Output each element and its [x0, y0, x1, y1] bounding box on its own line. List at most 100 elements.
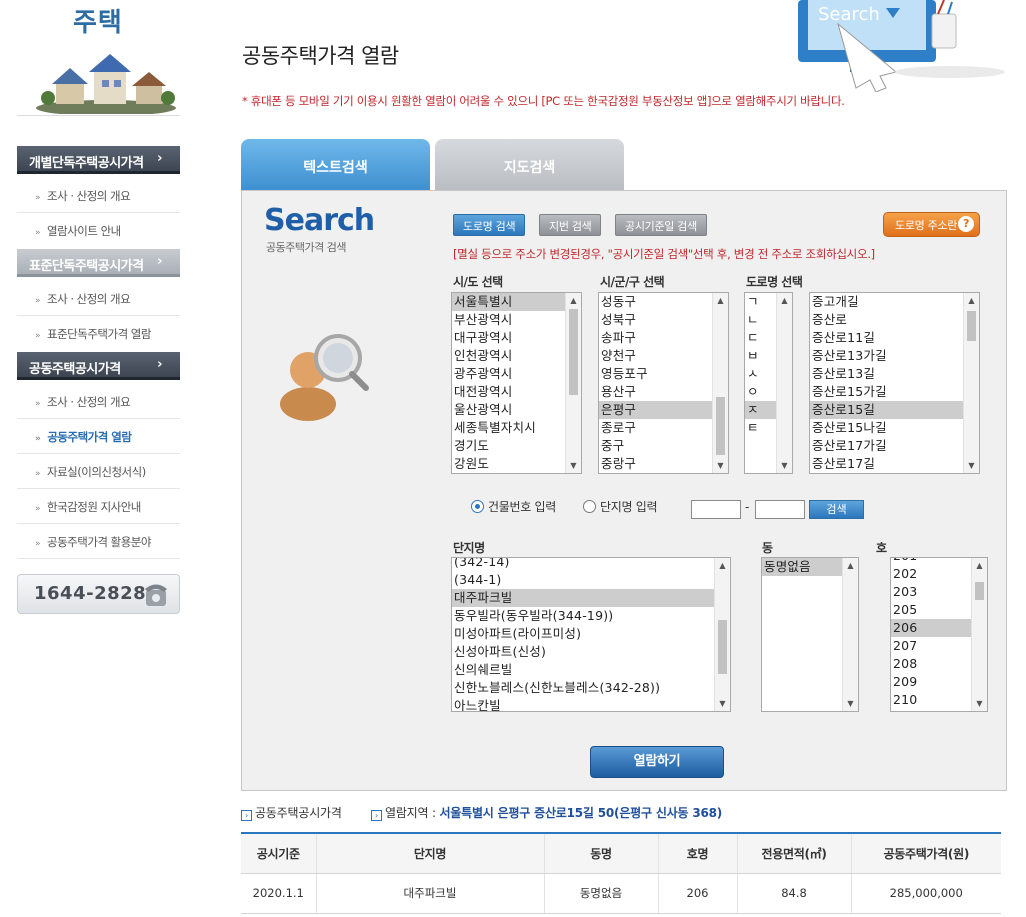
- list-option[interactable]: 증고개길: [810, 293, 979, 311]
- dong-scrollbar[interactable]: ▲ ▼: [842, 558, 858, 711]
- list-option[interactable]: 울산광역시: [452, 401, 581, 419]
- radio-unchecked-icon[interactable]: [583, 500, 596, 513]
- list-option[interactable]: 성동구: [599, 293, 728, 311]
- menu-item-apartment-view[interactable]: » 공동주택가격 열람: [17, 419, 180, 454]
- menu-item-standard-view[interactable]: » 표준단독주택가격 열람: [17, 316, 180, 351]
- building-sub-number-input[interactable]: [755, 500, 805, 519]
- list-option[interactable]: 강원도: [452, 455, 581, 473]
- scroll-down-icon[interactable]: ▼: [964, 458, 979, 473]
- list-option[interactable]: 증산로13가길: [810, 347, 979, 365]
- road-name-search-button[interactable]: 도로명 검색: [453, 214, 526, 236]
- building-main-number-input[interactable]: [691, 500, 741, 519]
- list-option[interactable]: 중랑구: [599, 455, 728, 473]
- list-option[interactable]: 중구: [599, 437, 728, 455]
- initials-scrollbar[interactable]: ▲ ▼: [776, 293, 792, 473]
- list-option[interactable]: 증산로15가길: [810, 383, 979, 401]
- scroll-down-icon[interactable]: ▼: [713, 458, 728, 473]
- list-option[interactable]: 증산로: [810, 311, 979, 329]
- list-option[interactable]: 신성아파트(신성): [452, 643, 730, 661]
- scroll-up-icon[interactable]: ▲: [843, 558, 858, 573]
- sigungu-scrollbar[interactable]: ▲ ▼: [712, 293, 728, 473]
- list-option[interactable]: 증산로17가길: [810, 437, 979, 455]
- scroll-up-icon[interactable]: ▲: [777, 293, 792, 308]
- menu-item-apartment-branches[interactable]: » 한국감정원 지사안내: [17, 489, 180, 524]
- scroll-up-icon[interactable]: ▲: [566, 293, 581, 308]
- scroll-down-icon[interactable]: ▼: [715, 696, 730, 711]
- complex-select[interactable]: (342-14) (344-1) 대주파크빌 동우빌라(동우빌라(344-19)) 미성…: [451, 557, 731, 712]
- road-scrollbar[interactable]: ▲ ▼: [963, 293, 979, 473]
- menu-item-standard-overview[interactable]: » 조사 · 산정의 개요: [17, 281, 180, 316]
- ho-select[interactable]: 201202203205206207208209210301 ▲▼: [890, 557, 988, 712]
- list-option[interactable]: 아느칸빌: [452, 697, 730, 711]
- dong-select[interactable]: 동명없음 ▲ ▼: [761, 557, 859, 712]
- scroll-thumb[interactable]: [716, 397, 725, 455]
- scroll-down-icon[interactable]: ▼: [566, 458, 581, 473]
- list-option[interactable]: 신의쉐르빌: [452, 661, 730, 679]
- scroll-up-icon[interactable]: ▲: [715, 558, 730, 573]
- list-option[interactable]: 서울특별시: [452, 293, 581, 311]
- building-search-button[interactable]: 검색: [809, 500, 864, 519]
- scroll-thumb[interactable]: [718, 620, 727, 674]
- menu-item-apartment-uses[interactable]: » 공동주택가격 활용분야: [17, 524, 180, 559]
- list-option[interactable]: 은평구: [599, 401, 728, 419]
- list-option[interactable]: 용산구: [599, 383, 728, 401]
- list-option[interactable]: 대주파크빌: [452, 589, 730, 607]
- scroll-up-icon[interactable]: ▲: [964, 293, 979, 308]
- list-option[interactable]: 송파구: [599, 329, 728, 347]
- scroll-thumb[interactable]: [569, 309, 578, 395]
- ho-scrollbar[interactable]: ▲ ▼: [971, 558, 987, 711]
- scroll-down-icon[interactable]: ▼: [777, 458, 792, 473]
- list-option[interactable]: 증산로13길: [810, 365, 979, 383]
- list-option[interactable]: 신한노블레스(신한노블레스(342-28)): [452, 679, 730, 697]
- list-option[interactable]: 증산로15길: [810, 401, 979, 419]
- menu-item-apartment-overview[interactable]: » 조사 · 산정의 개요: [17, 384, 180, 419]
- menu-head-apartment[interactable]: 공동주택공시가격 ›: [17, 352, 180, 380]
- menu-item-individual-sites[interactable]: » 열람사이트 안내: [17, 213, 180, 248]
- list-option[interactable]: 인천광역시: [452, 347, 581, 365]
- sido-select[interactable]: 서울특별시 부산광역시 대구광역시 인천광역시 광주광역시 대전광역시 울산광역시 세종특별자…: [451, 292, 582, 474]
- menu-head-individual[interactable]: 개별단독주택공시가격 ›: [17, 146, 180, 174]
- scroll-up-icon[interactable]: ▲: [972, 558, 987, 573]
- initial-consonant-select[interactable]: ㄱㄴㄷㅂㅅㅇㅈㅌ ▲ ▼: [744, 292, 793, 474]
- list-option[interactable]: 미성아파트(라이프미성): [452, 625, 730, 643]
- announcement-date-search-button[interactable]: 공시기준일 검색: [615, 214, 707, 236]
- list-option[interactable]: 대구광역시: [452, 329, 581, 347]
- list-option[interactable]: 동우빌라(동우빌라(344-19)): [452, 607, 730, 625]
- tab-map-search[interactable]: 지도검색: [435, 139, 624, 191]
- list-option[interactable]: 부산광역시: [452, 311, 581, 329]
- scroll-down-icon[interactable]: ▼: [972, 696, 987, 711]
- scroll-down-icon[interactable]: ▼: [843, 696, 858, 711]
- list-option[interactable]: 대전광역시: [452, 383, 581, 401]
- lot-number-search-button[interactable]: 지번 검색: [539, 214, 602, 236]
- list-option[interactable]: (344-1): [452, 571, 730, 589]
- sido-scrollbar[interactable]: ▲ ▼: [565, 293, 581, 473]
- list-option[interactable]: 종로구: [599, 419, 728, 437]
- bullet-icon: »: [35, 193, 41, 203]
- list-option[interactable]: (342-14): [452, 558, 730, 571]
- menu-item-individual-overview[interactable]: » 조사 · 산정의 개요: [17, 178, 180, 213]
- road-select[interactable]: 증고개길 증산로 증산로11길 증산로13가길 증산로13길 증산로15가길 증산로15길 증…: [809, 292, 980, 474]
- menu-item-apartment-forms[interactable]: » 자료실(이의신청서식): [17, 454, 180, 489]
- list-option[interactable]: 증산로17길: [810, 455, 979, 473]
- menu-head-standard[interactable]: 표준단독주택공시가격 ›: [17, 249, 180, 277]
- list-option[interactable]: 증산로15나길: [810, 419, 979, 437]
- complex-name-radio-option[interactable]: 단지명 입력: [583, 500, 658, 514]
- scroll-thumb[interactable]: [967, 311, 976, 341]
- list-option[interactable]: 세종특별자치시: [452, 419, 581, 437]
- view-button[interactable]: 열람하기: [590, 746, 724, 778]
- list-option[interactable]: 경기도: [452, 437, 581, 455]
- radio-checked-icon[interactable]: [471, 500, 484, 513]
- building-number-radio-option[interactable]: 건물번호 입력: [471, 500, 556, 514]
- road-address-help-button[interactable]: 도로명 주소란 ?: [883, 212, 980, 237]
- list-option[interactable]: 영등포구: [599, 365, 728, 383]
- list-option[interactable]: 증산로11길: [810, 329, 979, 347]
- list-option[interactable]: 양천구: [599, 347, 728, 365]
- scroll-thumb[interactable]: [975, 582, 984, 600]
- scroll-up-icon[interactable]: ▲: [713, 293, 728, 308]
- complex-scrollbar[interactable]: ▲ ▼: [714, 558, 730, 711]
- list-option[interactable]: 광주광역시: [452, 365, 581, 383]
- list-option[interactable]: 성북구: [599, 311, 728, 329]
- tab-text-search[interactable]: 텍스트검색: [241, 139, 430, 191]
- sigungu-select[interactable]: 성동구 성북구 송파구 양천구 영등포구 용산구 은평구 종로구 중구 중랑구 ▲ ▼: [598, 292, 729, 474]
- search-panel: Search 공동주택가격 검색 도로명 검색 지번 검색 공시기준일 검색 도…: [241, 190, 1007, 791]
